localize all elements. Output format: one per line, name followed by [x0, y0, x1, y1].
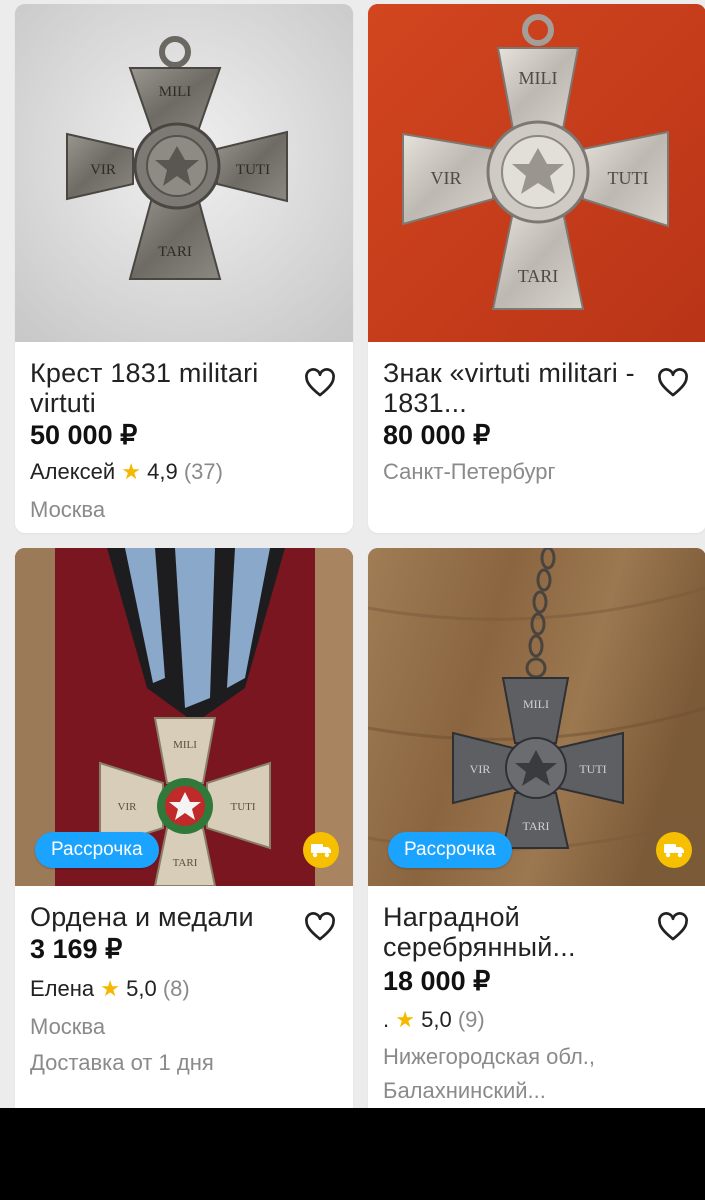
delivery-time: Доставка от 1 дня: [30, 1050, 214, 1075]
listing-photo[interactable]: MILI VIR TUTI TARI Рассрочка: [15, 548, 353, 886]
seller-rating: . ★ 5,0 (9): [383, 1007, 485, 1033]
system-navigation-bar: [0, 1108, 705, 1200]
engraving-bottom: TARI: [522, 819, 549, 833]
star-icon: ★: [100, 976, 120, 1001]
engraving-left: VIR: [470, 762, 491, 776]
listing-card[interactable]: MILI VIR TUTI TARI Рассрочка Ордена и ме…: [15, 548, 353, 1118]
engraving-right: TUTI: [579, 762, 606, 776]
engraving-bottom: TARI: [518, 266, 559, 286]
medal-photo: MILI VIR TUTI TARI: [368, 4, 705, 342]
engraving-bottom: TARI: [158, 244, 192, 260]
rating-value: 5,0: [126, 976, 157, 1001]
listing-title[interactable]: Наградной серебрянный...: [383, 902, 644, 962]
heart-outline-icon[interactable]: [656, 366, 690, 400]
listing-location-district: Балахнинский...: [383, 1078, 546, 1103]
truck-icon: [656, 832, 692, 868]
listing-title[interactable]: Знак «virtuti militari - 1831...: [383, 358, 644, 418]
engraving-top: MILI: [173, 739, 197, 751]
listing-card[interactable]: MILI VIR TUTI TARI Крест 1831 militari v…: [15, 4, 353, 533]
installment-badge: Рассрочка: [388, 832, 512, 868]
star-icon: ★: [121, 459, 142, 484]
rating-value: 4,9: [147, 459, 178, 484]
seller-name: .: [383, 1007, 390, 1032]
listing-photo[interactable]: MILI VIR TUTI TARI: [368, 4, 705, 342]
listing-photo[interactable]: MILI VIR TUTI TARI: [15, 4, 353, 342]
engraving-right: TUTI: [236, 162, 270, 178]
listing-location: Санкт-Петербург: [383, 459, 556, 484]
engraving-top: MILI: [159, 84, 192, 100]
listing-photo[interactable]: MILI VIR TUTI TARI Рассрочка: [368, 548, 705, 886]
review-count: (8): [162, 976, 190, 1001]
heart-outline-icon[interactable]: [303, 910, 337, 944]
rating-value: 5,0: [421, 1007, 452, 1032]
installment-badge: Рассрочка: [35, 832, 159, 868]
listing-price: 3 169 ₽: [30, 934, 123, 964]
engraving-bottom: TARI: [173, 857, 198, 869]
listing-location-region: Нижегородская обл.,: [383, 1044, 596, 1069]
star-icon: ★: [395, 1007, 415, 1032]
heart-outline-icon[interactable]: [656, 910, 690, 944]
engraving-left: VIR: [118, 801, 138, 813]
listing-location: Москва: [30, 497, 106, 522]
seller-name: Елена: [30, 976, 95, 1001]
seller-rating: Елена ★ 5,0 (8): [30, 976, 190, 1002]
review-count: (9): [457, 1007, 485, 1032]
engraving-top: MILI: [523, 697, 549, 711]
listing-card[interactable]: MILI VIR TUTI TARI Знак «virtuti militar…: [368, 4, 705, 533]
engraving-left: VIR: [90, 162, 116, 178]
engraving-right: TUTI: [608, 168, 649, 188]
medal-photo: MILI VIR TUTI TARI: [15, 4, 353, 342]
engraving-left: VIR: [431, 168, 462, 188]
truck-icon: [303, 832, 339, 868]
engraving-top: MILI: [519, 68, 558, 88]
listing-location: Москва: [30, 1014, 106, 1039]
listing-card[interactable]: MILI VIR TUTI TARI Рассрочка Наградной с…: [368, 548, 705, 1118]
listing-price: 18 000 ₽: [383, 966, 491, 996]
review-count: (37): [183, 459, 223, 484]
listing-title[interactable]: Ордена и медали: [30, 902, 291, 932]
heart-outline-icon[interactable]: [303, 366, 337, 400]
listing-price: 80 000 ₽: [383, 420, 491, 450]
listing-title[interactable]: Крест 1831 militari virtuti: [30, 358, 291, 418]
seller-rating: Алексей ★ 4,9 (37): [30, 459, 223, 485]
seller-name: Алексей: [30, 459, 116, 484]
engraving-right: TUTI: [230, 801, 255, 813]
listing-price: 50 000 ₽: [30, 420, 138, 450]
